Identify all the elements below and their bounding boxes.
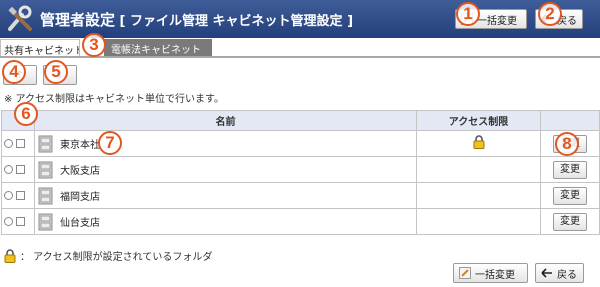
- cabinet-icon: [38, 187, 53, 204]
- access-note: ※ アクセス制限はキャビネット単位で行います。: [4, 94, 225, 105]
- row-checkbox[interactable]: [16, 190, 25, 200]
- cabinet-name[interactable]: 東京本社: [60, 136, 100, 151]
- access-column-header: アクセス制限: [416, 110, 541, 131]
- callout-2: 2: [538, 2, 562, 26]
- cabinet-icon: [38, 213, 53, 230]
- edit-icon: [459, 267, 471, 279]
- cabinet-name[interactable]: 大阪支店: [60, 162, 100, 177]
- access-cell: [416, 208, 541, 235]
- callout-6: 6: [14, 102, 38, 126]
- row-radio[interactable]: [4, 216, 13, 226]
- table-row: 福岡支店 変更: [1, 182, 600, 209]
- action-column-header: [540, 110, 600, 131]
- lock-legend-icon: [4, 248, 16, 263]
- name-cell: 仙台支店: [34, 208, 417, 235]
- lock-legend: ： アクセス制限が設定されているフォルダ: [4, 248, 212, 263]
- callout-8: 8: [555, 132, 579, 156]
- tab-shared-cabinet[interactable]: 共有キャビネット: [0, 39, 80, 56]
- back-label-bottom: 戻る: [557, 269, 577, 281]
- bulk-change-label-top: 一括変更: [477, 15, 517, 27]
- callout-5: 5: [44, 60, 68, 84]
- table-row: 仙台支店 変更: [1, 208, 600, 235]
- callout-3: 3: [82, 33, 106, 57]
- tools-icon: [6, 5, 36, 33]
- lock-legend-text: ： アクセス制限が設定されているフォルダ: [20, 252, 213, 263]
- cabinet-name[interactable]: 福岡支店: [60, 188, 100, 203]
- name-column-header: 名前: [34, 110, 417, 131]
- callout-1: 1: [456, 2, 480, 26]
- row-checkbox[interactable]: [16, 216, 25, 226]
- select-cell: [1, 130, 35, 157]
- select-cell: [1, 208, 35, 235]
- row-radio[interactable]: [4, 164, 13, 174]
- access-cell: [416, 130, 541, 157]
- change-button[interactable]: 変更: [553, 160, 587, 179]
- cabinet-name[interactable]: 仙台支店: [60, 214, 100, 229]
- table-row: 大阪支店 変更: [1, 156, 600, 183]
- callout-7: 7: [98, 131, 122, 155]
- page-subtitle: [ ファイル管理 キャビネット管理設定 ]: [119, 14, 354, 29]
- row-checkbox[interactable]: [16, 138, 25, 148]
- name-cell: 福岡支店: [34, 182, 417, 209]
- change-button[interactable]: 変更: [553, 186, 587, 205]
- action-cell: 変更: [540, 156, 600, 183]
- back-arrow-icon: [541, 268, 552, 278]
- page-title: 管理者設定 [ ファイル管理 キャビネット管理設定 ]: [40, 9, 353, 30]
- page-title-main: 管理者設定: [40, 11, 116, 29]
- row-radio[interactable]: [4, 138, 13, 148]
- action-cell: 変更: [540, 182, 600, 209]
- row-checkbox[interactable]: [16, 164, 25, 174]
- callout-4: 4: [2, 60, 26, 84]
- cabinet-icon: [38, 161, 53, 178]
- tab-denchoho-cabinet[interactable]: 電帳法キャビネット: [104, 39, 212, 56]
- action-cell: 変更: [540, 208, 600, 235]
- access-cell: [416, 156, 541, 183]
- cabinet-table: 名前 アクセス制限 東京本社 大阪支店 変更 福岡支店 変更 仙台支店 変更: [1, 110, 600, 235]
- cabinet-icon: [38, 135, 53, 152]
- select-cell: [1, 182, 35, 209]
- change-button[interactable]: 変更: [553, 212, 587, 231]
- access-cell: [416, 182, 541, 209]
- bulk-change-label-bottom: 一括変更: [475, 269, 515, 281]
- lock-icon: [473, 135, 484, 149]
- bulk-change-button-bottom[interactable]: 一括変更: [453, 263, 528, 283]
- table-header-row: 名前 アクセス制限: [1, 110, 600, 131]
- name-cell: 大阪支店: [34, 156, 417, 183]
- table-row: 東京本社 変更: [1, 130, 600, 157]
- row-radio[interactable]: [4, 190, 13, 200]
- tab-shared-cabinet-label: 共有キャビネット: [4, 46, 80, 56]
- back-button-bottom[interactable]: 戻る: [535, 263, 584, 283]
- name-cell: 東京本社: [34, 130, 417, 157]
- tab-denchoho-cabinet-label: 電帳法キャビネット: [111, 45, 201, 56]
- select-cell: [1, 156, 35, 183]
